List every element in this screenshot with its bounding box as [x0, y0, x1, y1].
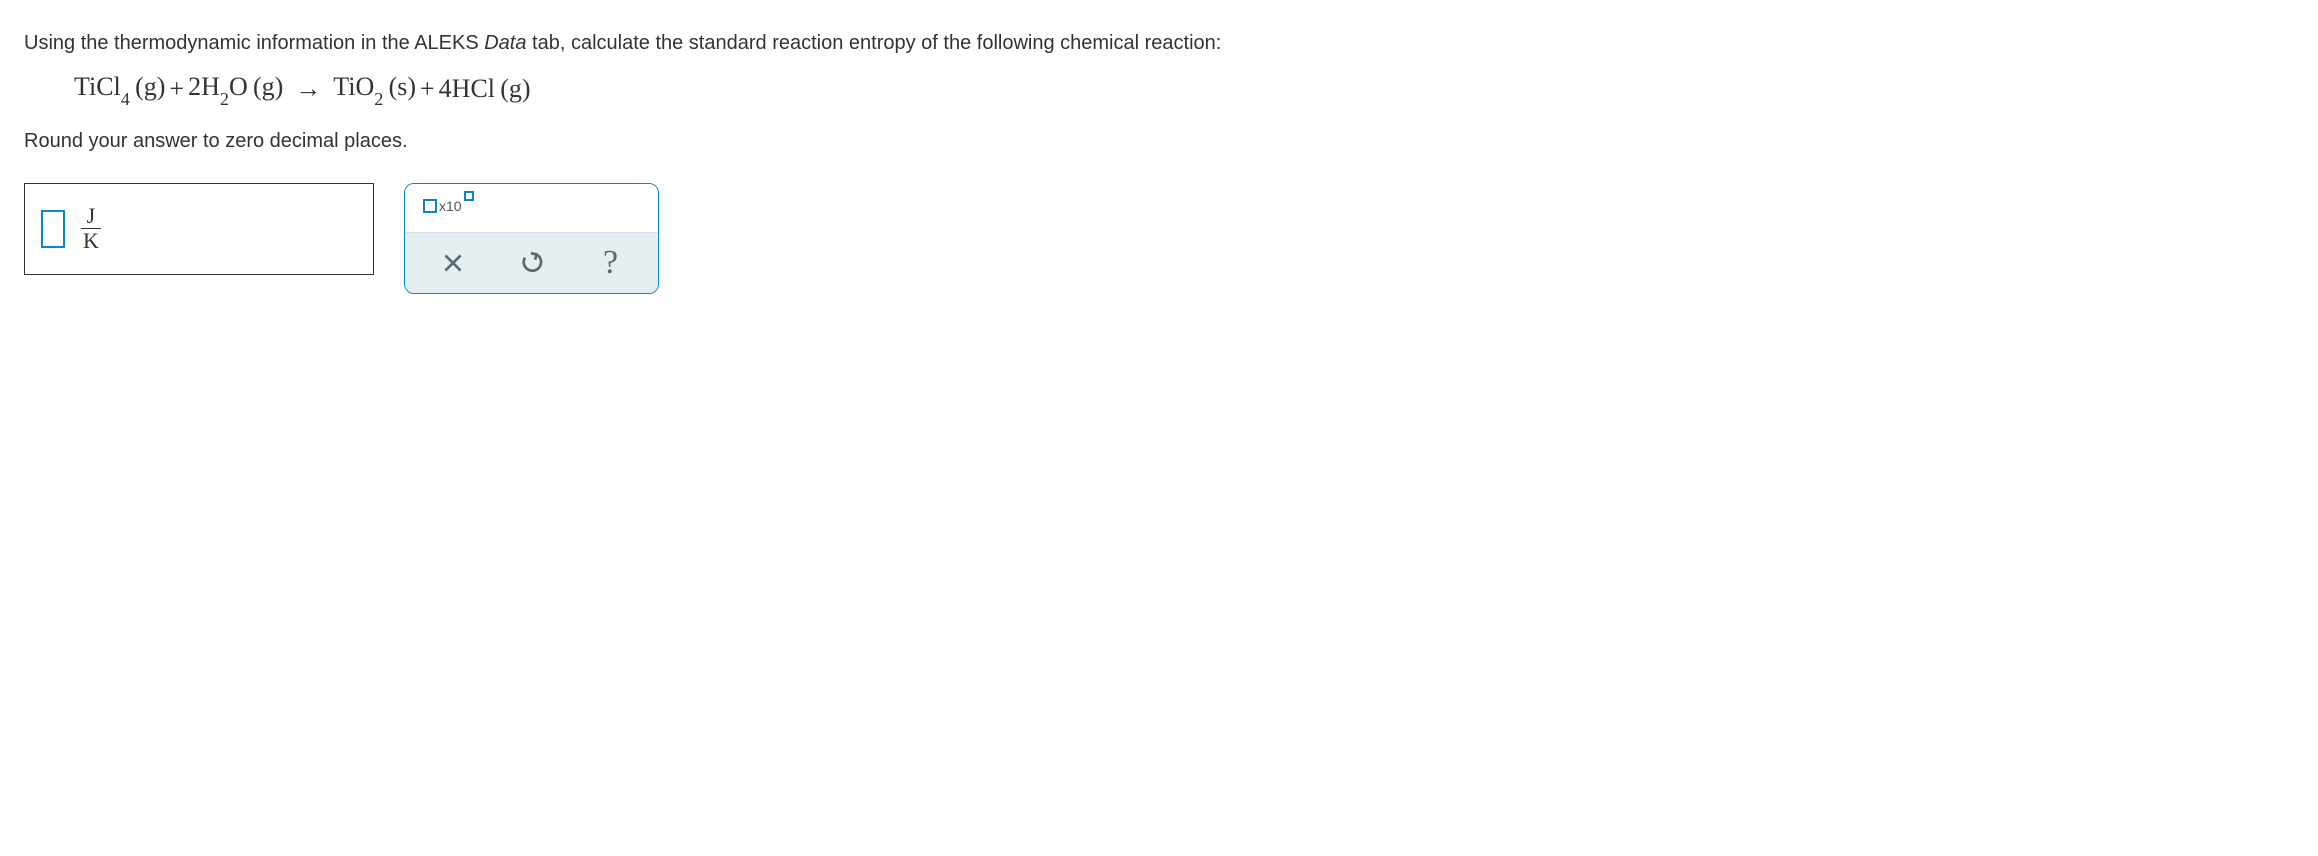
question-mark-icon: ?: [603, 244, 618, 282]
coef-2: 2: [188, 72, 201, 101]
sub-2: 2: [220, 89, 229, 109]
help-button[interactable]: ?: [586, 245, 636, 281]
coef-4: 4: [439, 74, 452, 103]
reaction-arrow: →: [295, 74, 321, 104]
x-icon: [440, 250, 466, 276]
exponent-box-icon: [464, 191, 474, 201]
mantissa-box-icon: [423, 199, 437, 213]
x10-label: x10: [439, 198, 462, 214]
scientific-notation-button[interactable]: x10: [423, 198, 474, 214]
species-tio: TiO: [333, 72, 374, 101]
reactant-1: TiCl4 (g): [74, 72, 165, 106]
answer-row: J K x10: [24, 183, 2294, 294]
rounding-instruction: Round your answer to zero decimal places…: [24, 130, 2294, 153]
answer-box: J K: [24, 183, 374, 274]
species-o: O: [229, 72, 248, 101]
plus-sign-2: +: [420, 74, 435, 104]
question-suffix: tab, calculate the standard reaction ent…: [526, 32, 1221, 54]
sub-2b: 2: [374, 89, 383, 109]
answer-input[interactable]: [41, 210, 65, 248]
sub-4: 4: [121, 89, 130, 109]
plus-sign: +: [169, 74, 184, 104]
phase-g2: (g): [253, 72, 283, 101]
product-1: TiO2 (s): [333, 72, 416, 106]
clear-button[interactable]: [428, 245, 478, 281]
undo-icon: [519, 250, 545, 276]
tool-bottom-row: ?: [405, 232, 658, 293]
question-text: Using the thermodynamic information in t…: [24, 28, 2294, 58]
unit-denominator: K: [77, 229, 105, 253]
data-tab-ref: Data: [484, 32, 526, 54]
phase-s: (s): [389, 72, 416, 101]
species-h: H: [201, 72, 220, 101]
question-prefix: Using the thermodynamic information in t…: [24, 32, 484, 54]
reset-button[interactable]: [507, 245, 557, 281]
tool-top-row: x10: [405, 184, 658, 232]
phase-g: (g): [135, 72, 165, 101]
phase-g3: (g): [500, 74, 530, 103]
chemical-equation: TiCl4 (g) + 2H2O (g) → TiO2 (s) + 4HCl (…: [74, 72, 2294, 106]
product-2: 4HCl (g): [439, 74, 531, 104]
species-hcl: HCl: [452, 74, 495, 103]
unit-fraction: J K: [77, 204, 105, 253]
species-ticl: TiCl: [74, 72, 121, 101]
tool-panel: x10 ?: [404, 183, 659, 294]
reactant-2: 2H2O (g): [188, 72, 283, 106]
unit-numerator: J: [81, 204, 102, 229]
